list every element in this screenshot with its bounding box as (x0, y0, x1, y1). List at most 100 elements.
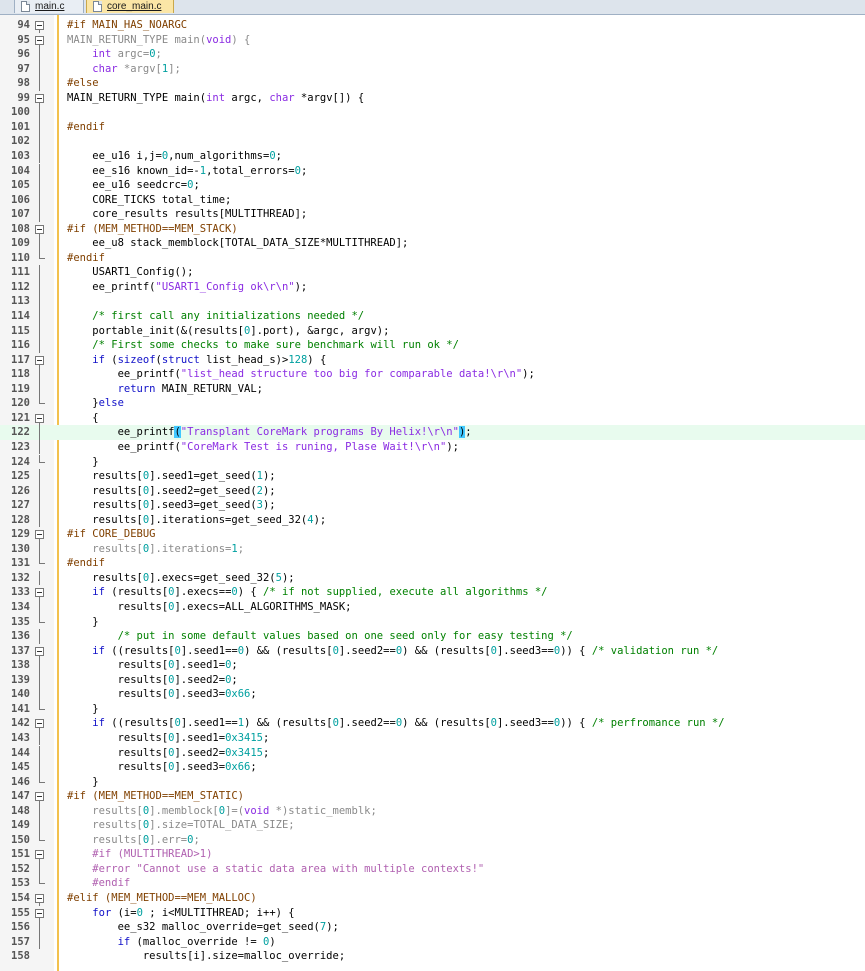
code-line[interactable]: 154 #elif (MEM_METHOD==MEM_MALLOC) (0, 891, 865, 906)
code-text[interactable]: results[0].seed2=0; (67, 673, 238, 688)
code-text[interactable]: } (67, 702, 98, 717)
code-line[interactable]: 130 results[0].iterations=1; (0, 541, 865, 557)
code-text[interactable]: results[0].iterations=1; (67, 542, 244, 557)
fold-toggle-icon[interactable] (35, 719, 44, 729)
code-text[interactable]: #if (MEM_METHOD==MEM_STACK) (67, 222, 238, 237)
code-text[interactable]: results[0].seed1=0x3415; (67, 731, 270, 746)
code-text[interactable]: for (i=0 ; i<MULTITHREAD; i++) { (67, 906, 294, 921)
code-line[interactable]: 157 if (malloc_override != 0) (0, 934, 865, 950)
code-line[interactable]: 113 (0, 294, 865, 309)
code-text[interactable]: #endif (67, 876, 130, 891)
code-text[interactable]: #elif (MEM_METHOD==MEM_MALLOC) (67, 891, 257, 906)
code-text[interactable]: results[0].size=TOTAL_DATA_SIZE; (67, 818, 294, 833)
code-text[interactable]: /* First some checks to make sure benchm… (67, 338, 459, 353)
code-line[interactable]: 98 #else (0, 76, 865, 91)
code-text[interactable]: } (67, 775, 98, 790)
code-text[interactable]: /* put in some default values based on o… (67, 629, 573, 644)
code-line[interactable]: 110 #endif (0, 250, 865, 266)
code-line[interactable]: 107 core_results results[MULTITHREAD]; (0, 207, 865, 222)
code-text[interactable]: #if (MULTITHREAD>1) (67, 847, 212, 862)
code-line[interactable]: 143 results[0].seed1=0x3415; (0, 730, 865, 746)
code-line[interactable]: 112 ee_printf("USART1_Config ok\r\n"); (0, 279, 865, 295)
code-line[interactable]: 125 results[0].seed1=get_seed(1); (0, 469, 865, 484)
fold-toggle-icon[interactable] (35, 588, 44, 598)
fold-toggle-icon[interactable] (35, 21, 44, 30)
code-line[interactable]: 133 if (results[0].execs==0) { /* if not… (0, 585, 865, 600)
code-line[interactable]: 147 #if (MEM_METHOD==MEM_STATIC) (0, 789, 865, 804)
code-line[interactable]: 155 for (i=0 ; i<MULTITHREAD; i++) { (0, 906, 865, 921)
code-text[interactable]: portable_init(&(results[0].port), &argc,… (67, 324, 389, 339)
code-line[interactable]: 124 } (0, 454, 865, 470)
code-text[interactable]: if ((results[0].seed1==0) && (results[0]… (67, 644, 718, 659)
fold-toggle-icon[interactable] (35, 894, 44, 903)
fold-toggle-icon[interactable] (35, 35, 44, 45)
code-text[interactable]: if (results[0].execs==0) { /* if not sup… (67, 585, 547, 600)
code-text[interactable]: results[0].execs=ALL_ALGORITHMS_MASK; (67, 600, 352, 615)
code-line[interactable]: 141 } (0, 701, 865, 717)
code-line[interactable]: 151 #if (MULTITHREAD>1) (0, 847, 865, 862)
code-text[interactable]: int argc=0; (67, 47, 162, 62)
code-text[interactable]: } (67, 455, 98, 470)
code-text[interactable]: MAIN_RETURN_TYPE main(void) { (67, 33, 250, 48)
fold-toggle-icon[interactable] (35, 850, 44, 860)
code-text[interactable]: if (malloc_override != 0) (67, 935, 276, 950)
code-text[interactable]: ee_printf("Transplant CoreMark programs … (67, 425, 472, 440)
code-line[interactable]: 142 if ((results[0].seed1==1) && (result… (0, 716, 865, 731)
code-line[interactable]: 120 }else (0, 396, 865, 411)
code-line[interactable]: 137 if ((results[0].seed1==0) && (result… (0, 644, 865, 659)
current-line[interactable]: 122 ee_printf("Transplant CoreMark progr… (0, 425, 865, 440)
code-line[interactable]: 135 } (0, 614, 865, 630)
code-line[interactable]: 106 CORE_TICKS total_time; (0, 192, 865, 208)
code-line[interactable]: 114 /* first call any initializations ne… (0, 309, 865, 324)
fold-toggle-icon[interactable] (35, 792, 44, 802)
code-line[interactable]: 94 #if MAIN_HAS_NOARGC (0, 18, 865, 33)
code-line[interactable]: 126 results[0].seed2=get_seed(2); (0, 483, 865, 499)
code-line[interactable]: 104 ee_s16 known_id=-1,total_errors=0; (0, 163, 865, 179)
code-text[interactable]: results[0].seed3=0x66; (67, 760, 257, 775)
code-text[interactable]: CORE_TICKS total_time; (67, 193, 231, 208)
code-text[interactable]: ee_u16 seedcrc=0; (67, 178, 199, 193)
code-line[interactable]: 95 MAIN_RETURN_TYPE main(void) { (0, 33, 865, 48)
code-line[interactable]: 118 ee_printf("list_head structure too b… (0, 367, 865, 382)
code-text[interactable]: ee_s32 malloc_override=get_seed(7); (67, 920, 339, 935)
code-text[interactable]: ee_u8 stack_memblock[TOTAL_DATA_SIZE*MUL… (67, 236, 408, 251)
code-text[interactable]: results[0].seed1=get_seed(1); (67, 469, 275, 484)
code-line[interactable]: 132 results[0].execs=get_seed_32(5); (0, 570, 865, 586)
code-line[interactable]: 123 ee_printf("CoreMark Test is runing, … (0, 439, 865, 455)
code-line[interactable]: 152 #error "Cannot use a static data are… (0, 861, 865, 877)
code-text[interactable]: MAIN_RETURN_TYPE main(int argc, char *ar… (67, 91, 364, 106)
fold-toggle-icon[interactable] (35, 908, 44, 918)
code-line[interactable]: 129 #if CORE_DEBUG (0, 527, 865, 542)
fold-toggle-icon[interactable] (35, 413, 44, 423)
code-line[interactable]: 156 ee_s32 malloc_override=get_seed(7); (0, 920, 865, 935)
code-line[interactable]: 131 #endif (0, 556, 865, 571)
code-line[interactable]: 148 results[0].memblock[0]=(void *)stati… (0, 803, 865, 819)
code-line[interactable]: 139 results[0].seed2=0; (0, 672, 865, 688)
code-line[interactable]: 103 ee_u16 i,j=0,num_algorithms=0; (0, 148, 865, 164)
code-text[interactable]: USART1_Config(); (67, 265, 193, 280)
code-text[interactable]: #else (67, 76, 99, 91)
code-text[interactable]: #if MAIN_HAS_NOARGC (67, 18, 187, 33)
code-line[interactable]: 158 results[i].size=malloc_override; (0, 949, 865, 964)
code-text[interactable]: /* first call any initializations needed… (67, 309, 364, 324)
code-line[interactable]: 116 /* First some checks to make sure be… (0, 338, 865, 353)
code-text[interactable]: results[0].memblock[0]=(void *)static_me… (67, 804, 377, 819)
code-text[interactable]: #endif (67, 556, 105, 571)
code-text[interactable]: if (sizeof(struct list_head_s)>128) { (67, 353, 326, 368)
code-text[interactable]: core_results results[MULTITHREAD]; (67, 207, 307, 222)
code-text[interactable]: #endif (67, 120, 105, 135)
code-text[interactable]: results[0].seed3=0x66; (67, 687, 257, 702)
code-line[interactable]: 115 portable_init(&(results[0].port), &a… (0, 323, 865, 339)
code-line[interactable]: 128 results[0].iterations=get_seed_32(4)… (0, 512, 865, 528)
code-line[interactable]: 96 int argc=0; (0, 47, 865, 62)
code-text[interactable]: results[0].err=0; (67, 833, 200, 848)
tab-main-c[interactable]: main.c (14, 0, 84, 13)
code-text[interactable]: } (67, 615, 98, 630)
code-line[interactable]: 121 { (0, 411, 865, 426)
code-line[interactable]: 153 #endif (0, 876, 865, 891)
fold-toggle-icon[interactable] (35, 646, 44, 656)
code-text[interactable]: }else (67, 396, 124, 411)
code-text[interactable]: #endif (67, 251, 105, 266)
code-text[interactable]: results[0].seed2=get_seed(2); (67, 484, 275, 499)
code-text[interactable]: results[0].execs=get_seed_32(5); (67, 571, 294, 586)
